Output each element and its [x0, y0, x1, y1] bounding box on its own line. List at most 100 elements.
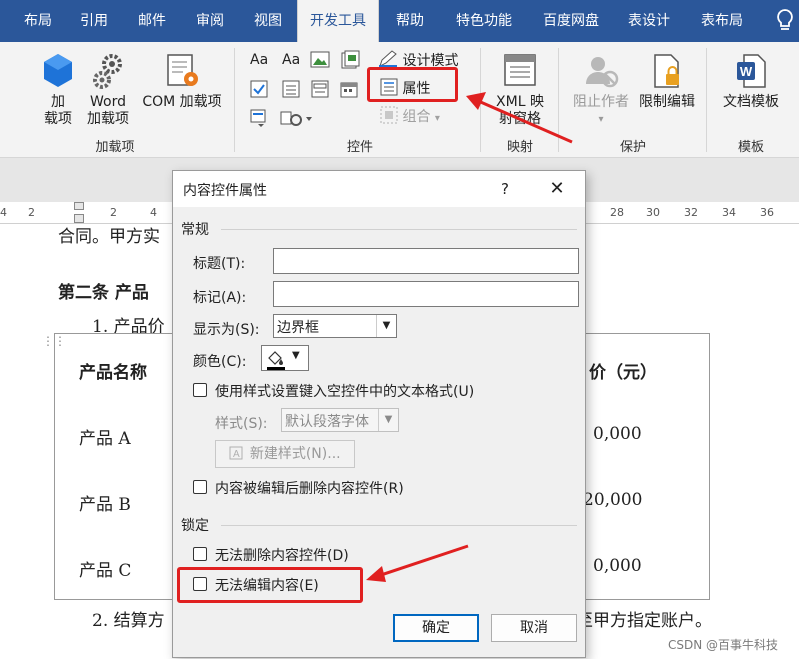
- remove-after-edit-checkbox[interactable]: [193, 480, 207, 494]
- lock-delete-label: 无法删除内容控件(D): [215, 548, 349, 564]
- annotation-arrow-lock-edit: [366, 544, 469, 582]
- group-icon: [380, 106, 398, 124]
- title-label: 标题(T):: [193, 256, 246, 272]
- chevron-down-icon: ▼: [376, 315, 396, 337]
- repeating-section-icon[interactable]: [280, 108, 314, 132]
- table-cell-name: 产品 C: [79, 561, 132, 581]
- annotation-arrow-properties: [466, 92, 573, 144]
- document-template-label: 文档模板: [723, 94, 779, 110]
- first-line-indent-marker[interactable]: [74, 202, 84, 210]
- table-move-handle-icon[interactable]: ⋮⋮: [42, 334, 66, 354]
- chevron-down-icon: ▼: [378, 409, 398, 431]
- word-addins-button[interactable]: Word 加载项: [86, 52, 130, 128]
- tab-layout[interactable]: 布局: [10, 0, 66, 42]
- svg-text:W: W: [740, 64, 753, 79]
- watermark-text: CSDN @百事牛科技: [668, 638, 779, 652]
- legacy-tools-icon[interactable]: [250, 108, 272, 132]
- color-picker[interactable]: ▼: [261, 345, 309, 371]
- tab-baidu-netdisk[interactable]: 百度网盘: [530, 0, 612, 42]
- ribbon-panel: 加 载项 Word 加载项 COM 加载项 加载项 Aa Aa 设计模式 属性 …: [0, 42, 799, 158]
- ruler-tick: 28: [610, 206, 624, 219]
- group-label-addins: 加载项: [95, 140, 135, 155]
- annotation-highlight-properties: [367, 67, 458, 102]
- show-as-label: 显示为(S):: [193, 322, 260, 338]
- new-style-label: 新建样式(N)...: [249, 446, 341, 462]
- tab-table-design[interactable]: 表设计: [618, 0, 680, 42]
- table-cell-price: 0,000: [593, 424, 642, 444]
- addins-label: 加 载项: [44, 94, 72, 127]
- tab-special-features[interactable]: 特色功能: [444, 0, 524, 42]
- doc-list-item: 2. 结算方: [92, 611, 165, 631]
- new-style-button[interactable]: A 新建样式(N)...: [215, 440, 355, 468]
- group-label-controls: 控件: [346, 140, 373, 155]
- tab-help[interactable]: 帮助: [384, 0, 436, 42]
- picture-control-icon[interactable]: [310, 50, 330, 74]
- dialog-titlebar[interactable]: 内容控件属性 ? ✕: [173, 171, 585, 207]
- word-document-icon: W: [737, 54, 766, 88]
- ok-button[interactable]: 确定: [393, 614, 479, 642]
- group-label: 组合: [402, 109, 431, 125]
- tab-developer[interactable]: 开发工具: [297, 0, 379, 42]
- tag-input[interactable]: [273, 281, 579, 307]
- group-button[interactable]: 组合 ▾: [380, 106, 440, 128]
- word-addins-label: Word 加载项: [87, 94, 129, 127]
- section-lock-heading: 锁定: [181, 518, 209, 534]
- plain-text-control-icon[interactable]: Aa: [282, 52, 300, 68]
- paint-bucket-icon: [267, 351, 285, 370]
- lock-delete-checkbox[interactable]: [193, 547, 207, 561]
- group-separator: [706, 48, 707, 152]
- show-as-select[interactable]: 边界框 ▼: [273, 314, 397, 338]
- tab-review[interactable]: 审阅: [182, 0, 238, 42]
- close-button[interactable]: ✕: [543, 177, 571, 201]
- style-select[interactable]: 默认段落字体 ▼: [281, 408, 399, 432]
- doc-list-item-end: 至甲方指定账户。: [576, 611, 712, 631]
- tab-references[interactable]: 引用: [66, 0, 122, 42]
- style-value: 默认段落字体: [285, 414, 369, 430]
- ribbon-tab-bar: 布局 引用 邮件 审阅 视图 开发工具 帮助 特色功能 百度网盘 表设计 表布局: [0, 0, 799, 42]
- ruler-tick: 2: [28, 206, 35, 219]
- cancel-button[interactable]: 取消: [491, 614, 577, 642]
- ruler-tick: 2: [110, 206, 117, 219]
- tab-view[interactable]: 视图: [240, 0, 296, 42]
- group-label-templates: 模板: [737, 140, 764, 155]
- lightbulb-icon[interactable]: [774, 8, 798, 34]
- doc-article-heading: 第二条 产品: [58, 283, 149, 303]
- chevron-down-icon: ▼: [292, 350, 300, 361]
- building-block-icon[interactable]: [340, 50, 360, 74]
- ruler-tick: 34: [722, 206, 736, 219]
- restrict-editing-button[interactable]: 限制编辑: [636, 52, 698, 111]
- chevron-down-icon: ▾: [434, 113, 440, 124]
- table-cell-name: 产品 A: [79, 429, 131, 449]
- table-cell-price: 0,000: [593, 556, 642, 576]
- tab-mailings[interactable]: 邮件: [124, 0, 180, 42]
- table-header-name: 产品名称: [79, 363, 147, 383]
- com-addins-button[interactable]: COM 加载项: [136, 52, 228, 111]
- title-input[interactable]: [273, 248, 579, 274]
- section-divider: [221, 525, 577, 526]
- rich-text-control-icon[interactable]: Aa: [250, 52, 268, 68]
- tab-table-layout[interactable]: 表布局: [690, 0, 754, 42]
- addins-button[interactable]: 加 载项: [38, 52, 78, 128]
- group-separator: [234, 48, 235, 152]
- checkbox-control-icon[interactable]: [250, 80, 268, 102]
- ruler-tick: 4: [150, 206, 157, 219]
- ruler-tick: 30: [646, 206, 660, 219]
- document-template-button[interactable]: W 文档模板: [716, 52, 786, 111]
- dropdown-list-control-icon[interactable]: [311, 80, 329, 102]
- com-addins-icon: [167, 54, 198, 86]
- ruler-tick: 4: [0, 206, 7, 219]
- color-label: 颜色(C):: [193, 354, 247, 370]
- date-picker-control-icon[interactable]: [340, 80, 358, 102]
- addins-cube-icon: [44, 54, 72, 87]
- remove-after-edit-label: 内容被编辑后删除内容控件(R): [215, 481, 404, 497]
- ruler-tick: 32: [684, 206, 698, 219]
- annotation-highlight-lock-edit: [177, 567, 363, 603]
- use-style-checkbox[interactable]: [193, 383, 207, 397]
- help-button[interactable]: ?: [493, 177, 517, 201]
- restrict-editing-label: 限制编辑: [639, 94, 695, 110]
- svg-text:A: A: [233, 449, 240, 460]
- table-header-price: 价（元）: [589, 363, 657, 383]
- combo-box-control-icon[interactable]: [282, 80, 300, 102]
- doc-text-line: 合同。甲方实: [58, 227, 160, 247]
- style-label: 样式(S):: [215, 416, 268, 432]
